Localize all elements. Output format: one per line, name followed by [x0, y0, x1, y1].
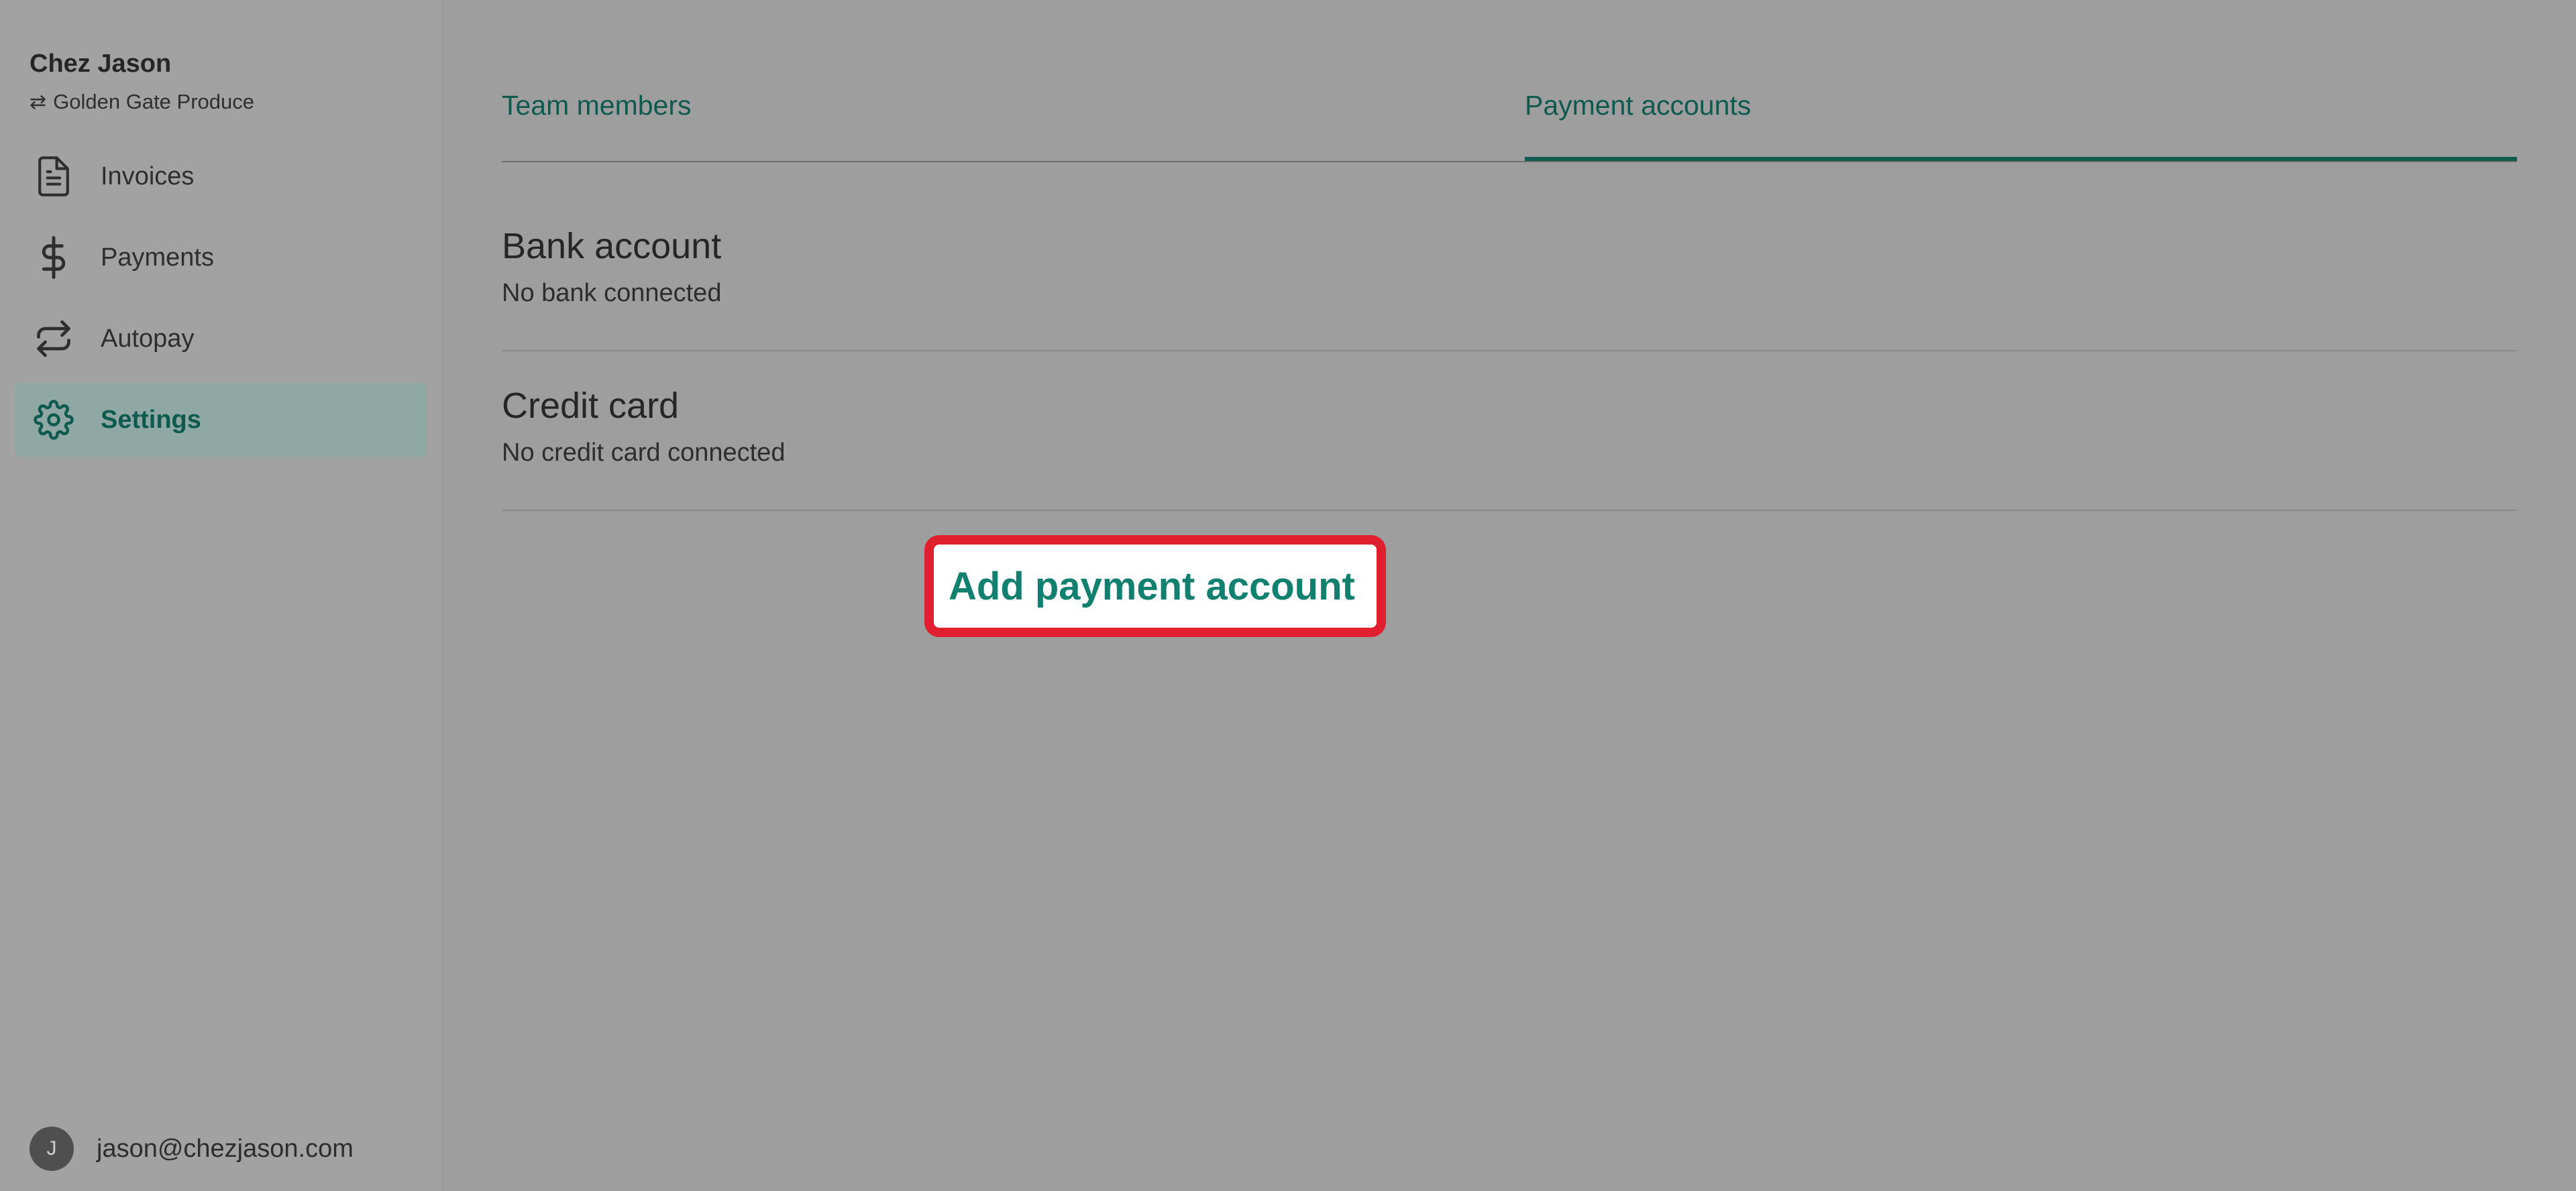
sidebar-item-settings[interactable]: Settings	[15, 383, 427, 457]
bank-account-section: Bank account No bank connected	[502, 225, 2517, 351]
settings-main: Team members Payment accounts Bank accou…	[443, 0, 2576, 1191]
user-profile[interactable]: J jason@chezjason.com	[30, 1127, 354, 1171]
sidebar-item-label: Autopay	[101, 324, 195, 353]
sidebar-item-label: Payments	[101, 243, 214, 272]
add-payment-account-label: Add payment account	[949, 564, 1355, 608]
credit-card-status: No credit card connected	[502, 439, 786, 467]
settings-tabs: Team members Payment accounts	[502, 74, 2517, 162]
user-email: jason@chezjason.com	[97, 1134, 354, 1163]
sidebar-item-invoices[interactable]: Invoices	[15, 139, 427, 213]
tab-team-members[interactable]: Team members	[502, 90, 692, 121]
sidebar: Chez Jason ⇄ Golden Gate Produce Invoice…	[0, 0, 443, 1191]
app-window: Chez Jason ⇄ Golden Gate Produce Invoice…	[0, 0, 2576, 1191]
repeat-icon	[34, 319, 74, 359]
bank-account-status: No bank connected	[502, 279, 722, 307]
org-switcher[interactable]: ⇄ Golden Gate Produce	[30, 90, 254, 114]
tab-payment-accounts[interactable]: Payment accounts	[1525, 90, 2517, 161]
swap-arrows-icon: ⇄	[30, 91, 47, 113]
sidebar-item-autopay[interactable]: Autopay	[15, 302, 427, 376]
org-name: Chez Jason	[30, 50, 172, 78]
org-switch-label: Golden Gate Produce	[53, 90, 254, 113]
bank-account-title: Bank account	[502, 226, 722, 266]
sidebar-item-label: Invoices	[101, 162, 195, 190]
credit-card-section: Credit card No credit card connected	[502, 385, 2517, 511]
sidebar-item-payments[interactable]: Payments	[15, 221, 427, 294]
gear-icon	[34, 400, 74, 440]
sidebar-nav: Invoices Payments Autopay Settings	[15, 139, 427, 464]
credit-card-title: Credit card	[502, 386, 680, 426]
avatar: J	[30, 1127, 74, 1171]
sidebar-item-label: Settings	[101, 405, 201, 434]
add-payment-account-button[interactable]: Add payment account	[924, 535, 1386, 637]
document-icon	[34, 156, 74, 196]
dollar-icon	[34, 236, 74, 279]
